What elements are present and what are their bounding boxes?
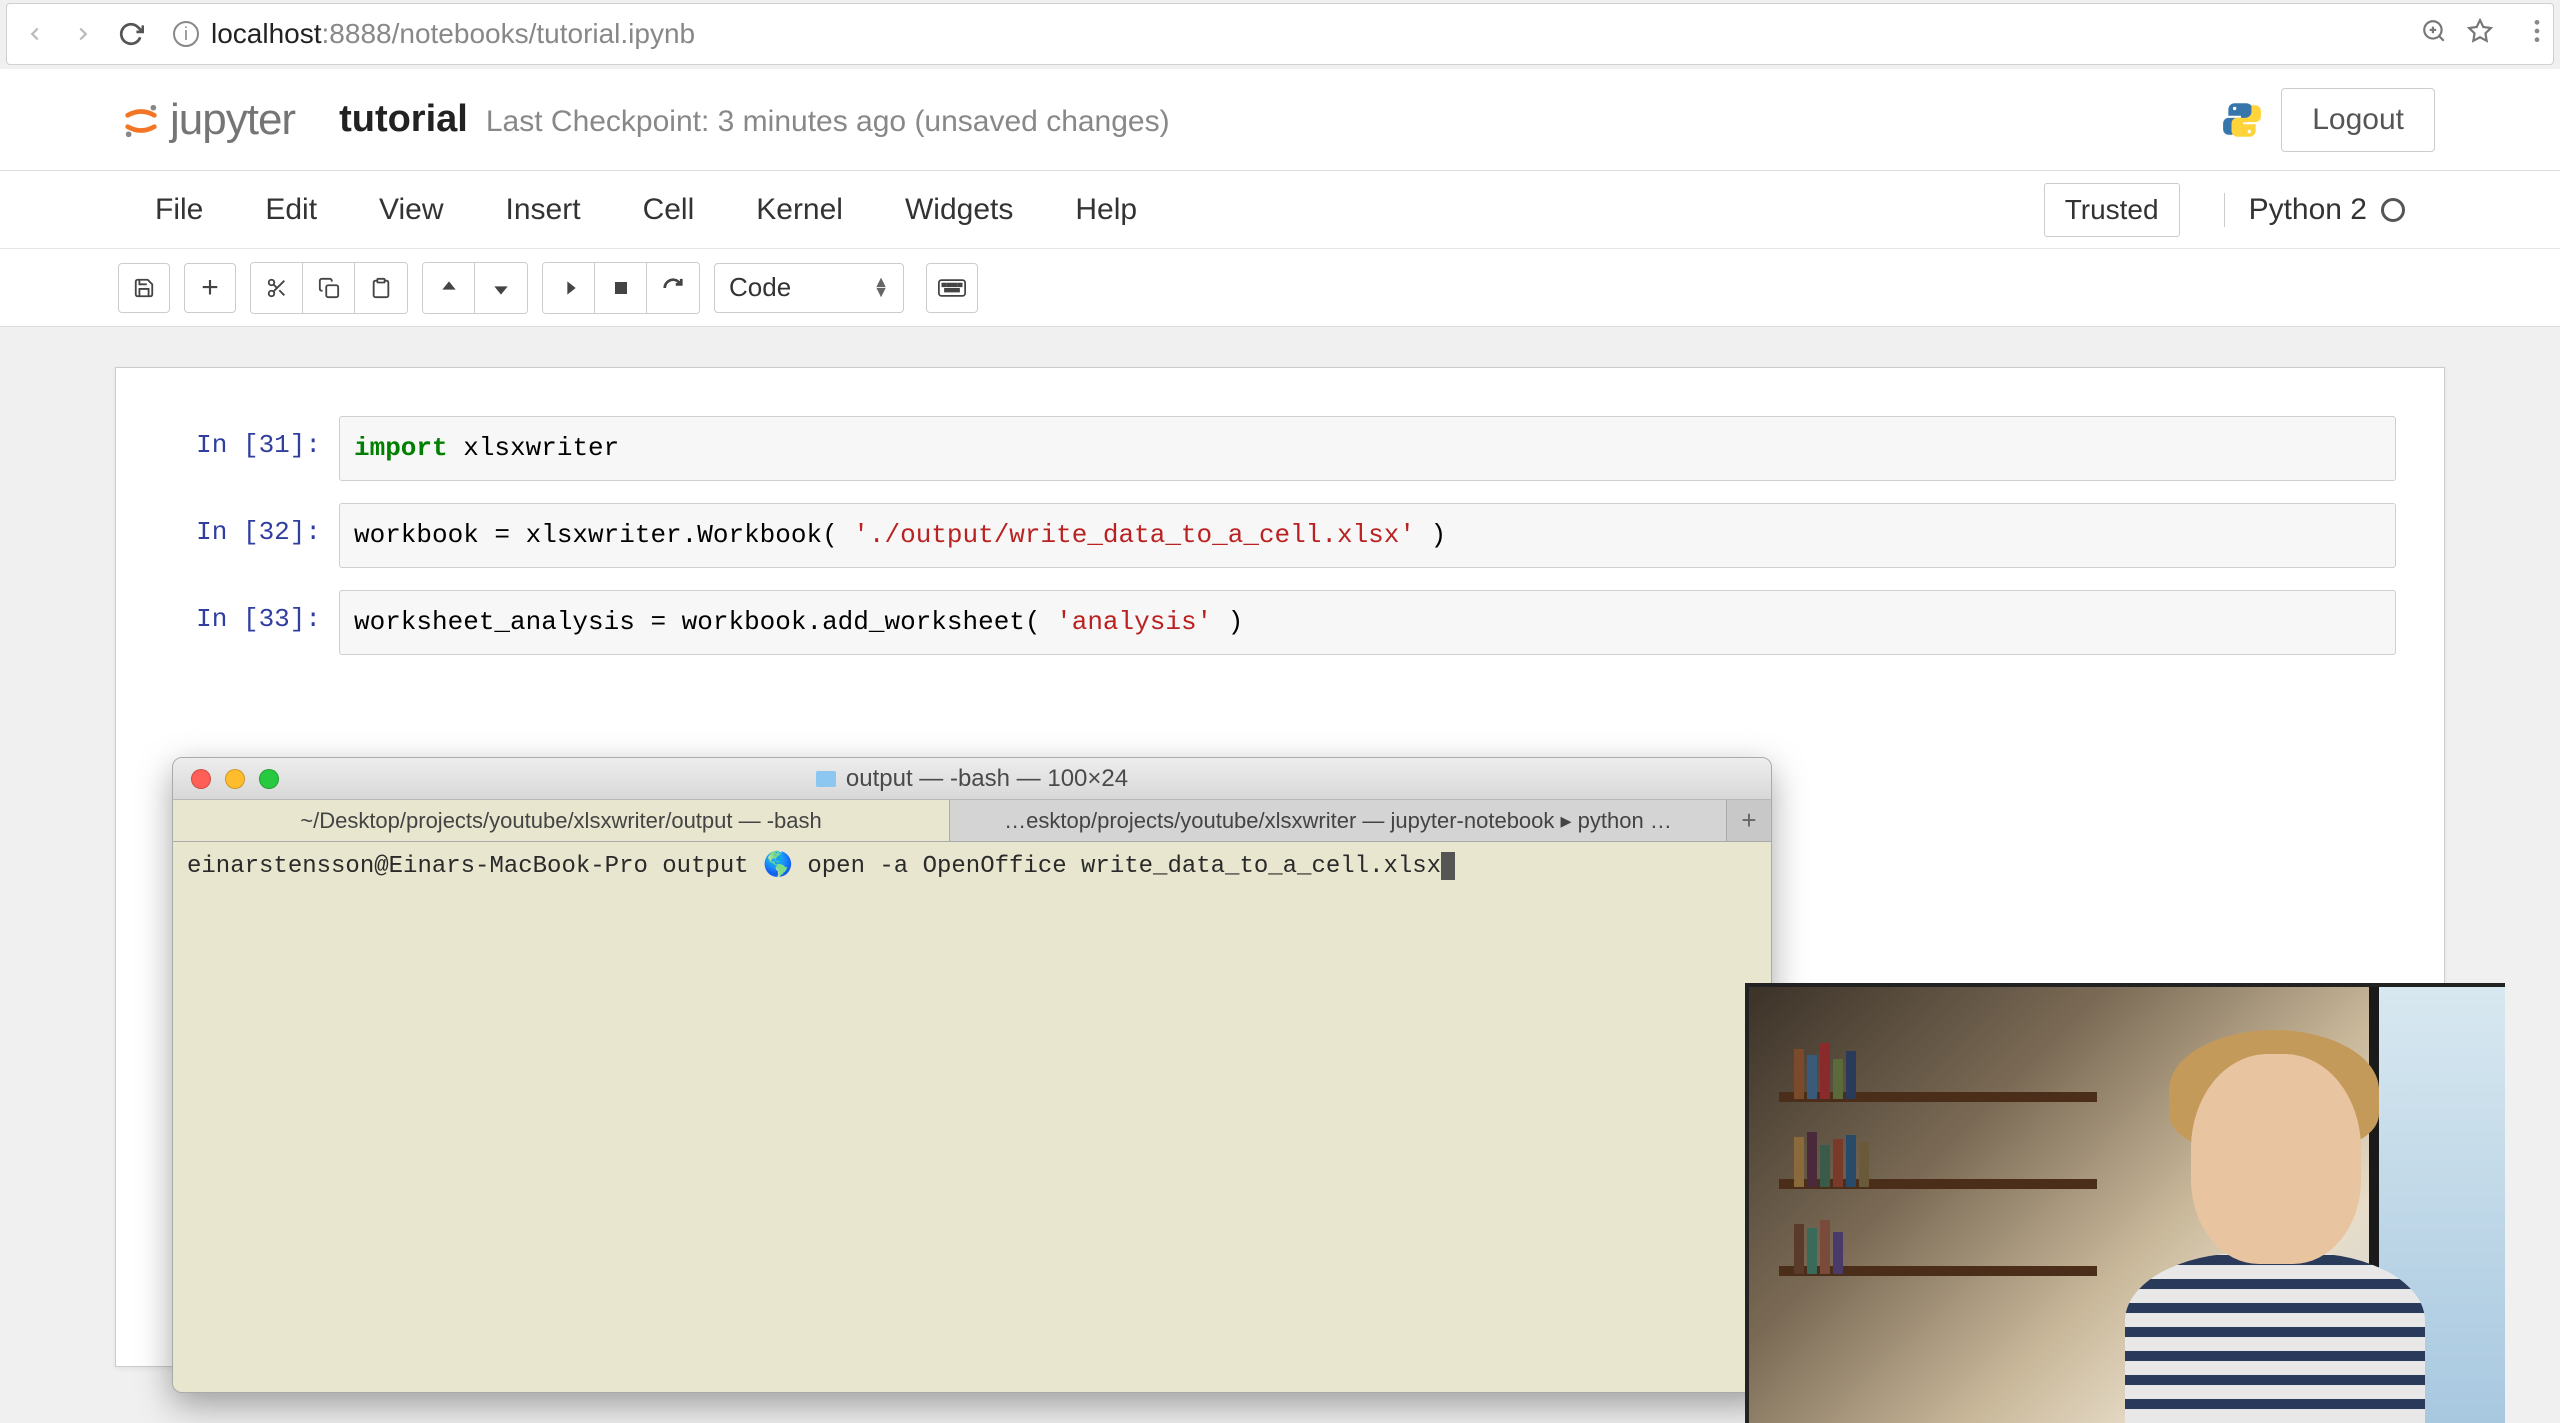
browser-menu-icon[interactable] [2533, 18, 2541, 51]
dropdown-arrows-icon: ▲▼ [873, 278, 889, 297]
terminal-title-text: output — -bash — 100×24 [846, 765, 1128, 793]
kernel-indicator[interactable]: Python 2 [2224, 193, 2405, 227]
paste-button[interactable] [355, 263, 407, 313]
move-down-button[interactable] [475, 263, 527, 313]
terminal-tab[interactable]: …esktop/projects/youtube/xlsxwriter — ju… [950, 800, 1727, 841]
jupyter-logo-icon [122, 101, 160, 139]
browser-actions [2421, 18, 2541, 51]
run-button[interactable] [543, 263, 595, 313]
zoom-icon[interactable] [2421, 18, 2447, 51]
cell-prompt: In [32]: [164, 503, 339, 568]
terminal-window[interactable]: output — -bash — 100×24 ~/Desktop/projec… [172, 757, 1772, 1393]
url-host: localhost [211, 18, 322, 50]
menu-help[interactable]: Help [1075, 193, 1137, 227]
bookmark-star-icon[interactable] [2467, 18, 2493, 51]
logout-button[interactable]: Logout [2281, 88, 2435, 152]
browser-toolbar: i localhost:8888/notebooks/tutorial.ipyn… [6, 3, 2554, 65]
menu-view[interactable]: View [379, 193, 443, 227]
toolbar: + [0, 249, 2560, 327]
kernel-status-icon [2381, 198, 2405, 222]
terminal-titlebar[interactable]: output — -bash — 100×24 [173, 758, 1771, 800]
folder-icon [816, 771, 836, 787]
terminal-body[interactable]: einarstensson@Einars-MacBook-Pro output … [173, 842, 1771, 1392]
url-port: :8888 [322, 18, 392, 50]
code-input[interactable]: workbook = xlsxwriter.Workbook( './outpu… [339, 503, 2396, 568]
code-input[interactable]: import xlsxwriter [339, 416, 2396, 481]
stop-button[interactable] [595, 263, 647, 313]
forward-button[interactable] [67, 18, 99, 50]
back-button[interactable] [19, 18, 51, 50]
menu-edit[interactable]: Edit [265, 193, 317, 227]
cell-type-value: Code [729, 272, 791, 303]
code-cell[interactable]: In [33]: worksheet_analysis = workbook.a… [164, 590, 2396, 655]
menu-widgets[interactable]: Widgets [905, 193, 1013, 227]
code-cell[interactable]: In [31]: import xlsxwriter [164, 416, 2396, 481]
cut-button[interactable] [251, 263, 303, 313]
url-path: /notebooks/tutorial.ipynb [392, 18, 696, 50]
move-up-button[interactable] [423, 263, 475, 313]
jupyter-header: jupyter tutorial Last Checkpoint: 3 minu… [0, 69, 2560, 171]
cell-prompt: In [33]: [164, 590, 339, 655]
site-info-icon[interactable]: i [173, 21, 199, 47]
menu-cell[interactable]: Cell [643, 193, 695, 227]
terminal-cursor [1441, 852, 1455, 880]
code-input[interactable]: worksheet_analysis = workbook.add_worksh… [339, 590, 2396, 655]
notebook-title[interactable]: tutorial [339, 98, 468, 141]
code-cell[interactable]: In [32]: workbook = xlsxwriter.Workbook(… [164, 503, 2396, 568]
menu-kernel[interactable]: Kernel [756, 193, 843, 227]
copy-button[interactable] [303, 263, 355, 313]
python-logo-icon [2221, 99, 2263, 141]
terminal-tab[interactable]: ~/Desktop/projects/youtube/xlsxwriter/ou… [173, 800, 950, 841]
restart-button[interactable] [647, 263, 699, 313]
save-button[interactable] [118, 263, 170, 313]
menu-bar: File Edit View Insert Cell Kernel Widget… [0, 171, 2560, 249]
terminal-prompt-line: einarstensson@Einars-MacBook-Pro output … [187, 853, 1441, 880]
address-bar[interactable]: i localhost:8888/notebooks/tutorial.ipyn… [163, 13, 2405, 55]
cell-type-select[interactable]: Code ▲▼ [714, 263, 904, 313]
kernel-name: Python 2 [2249, 193, 2367, 227]
jupyter-logo-text: jupyter [170, 95, 295, 145]
menu-insert[interactable]: Insert [506, 193, 581, 227]
command-palette-button[interactable] [926, 263, 978, 313]
checkpoint-text: Last Checkpoint: 3 minutes ago (unsaved … [486, 105, 1170, 139]
trusted-button[interactable]: Trusted [2044, 183, 2180, 237]
jupyter-logo[interactable]: jupyter [122, 95, 295, 145]
add-cell-button[interactable]: + [184, 263, 236, 313]
terminal-new-tab-button[interactable]: + [1727, 800, 1771, 841]
reload-button[interactable] [115, 18, 147, 50]
terminal-tabs: ~/Desktop/projects/youtube/xlsxwriter/ou… [173, 800, 1771, 842]
webcam-overlay [1745, 983, 2505, 1423]
cell-prompt: In [31]: [164, 416, 339, 481]
menu-file[interactable]: File [155, 193, 203, 227]
